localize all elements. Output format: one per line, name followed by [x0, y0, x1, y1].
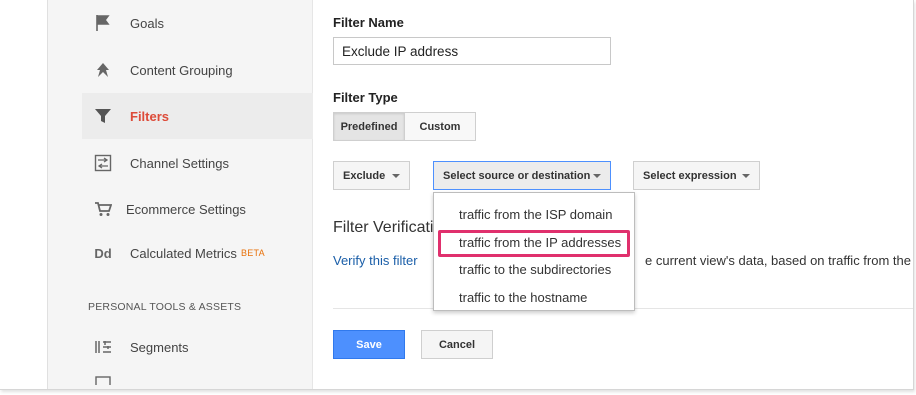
- sidebar-item-label: Ecommerce Settings: [126, 201, 246, 217]
- menu-item-subdirectories[interactable]: traffic to the subdirectories: [434, 256, 634, 284]
- sidebar-item-ecommerce-settings[interactable]: Ecommerce Settings: [82, 186, 313, 232]
- sidebar: Goals Content Grouping Filters Channel S…: [48, 0, 313, 389]
- sidebar-item-label: Goals: [130, 15, 164, 31]
- filter-form: Filter Name Filter Type Predefined Custo…: [313, 0, 913, 389]
- dd-icon: Dd: [94, 245, 112, 261]
- sidebar-item-filters[interactable]: Filters: [82, 93, 313, 139]
- left-gutter: [0, 0, 48, 389]
- menu-item-ip-addresses[interactable]: traffic from the IP addresses: [434, 229, 634, 257]
- beta-badge: BETA: [240, 248, 265, 258]
- highlight-box: [438, 229, 630, 257]
- sidebar-item-label: Filters: [130, 108, 170, 124]
- menu-item-isp-domain[interactable]: traffic from the ISP domain: [434, 201, 634, 229]
- source-destination-dropdown[interactable]: Select source or destination: [433, 161, 611, 190]
- segments-icon: [90, 337, 116, 357]
- custom-button[interactable]: Custom: [405, 112, 476, 141]
- filter-name-input[interactable]: [333, 37, 611, 65]
- chevron-down-icon: [742, 174, 750, 178]
- action-dropdown-value: Exclude: [343, 169, 386, 182]
- sidebar-item-label: Content Grouping: [130, 62, 233, 78]
- source-dropdown-menu: traffic from the ISP domain traffic from…: [433, 192, 635, 311]
- section-heading: PERSONAL TOOLS & ASSETS: [88, 301, 242, 313]
- save-button[interactable]: Save: [333, 330, 405, 359]
- sidebar-item-label: Segments: [130, 339, 189, 355]
- sidebar-item-calculated-metrics[interactable]: Dd Calculated Metrics BETA: [82, 230, 313, 276]
- menu-item-hostname[interactable]: traffic to the hostname: [434, 284, 634, 312]
- sidebar-item-content-grouping[interactable]: Content Grouping: [82, 47, 313, 93]
- sidebar-item-channel-settings[interactable]: Channel Settings: [82, 140, 313, 186]
- app-frame: Goals Content Grouping Filters Channel S…: [0, 0, 914, 390]
- sidebar-item-label: Calculated Metrics: [130, 245, 237, 261]
- predefined-button[interactable]: Predefined: [333, 112, 405, 141]
- sidebar-item-label: Channel Settings: [130, 155, 230, 171]
- sidebar-item-segments[interactable]: Segments: [82, 324, 313, 370]
- partial-icon: [90, 370, 116, 389]
- filter-name-label: Filter Name: [333, 15, 404, 30]
- chevron-down-icon: [593, 174, 601, 178]
- verify-description: e current view's data, based on traffic …: [645, 253, 911, 268]
- filter-icon: [90, 106, 116, 126]
- flag-icon: [90, 13, 116, 33]
- cart-icon: [90, 199, 116, 219]
- sidebar-item-partial: [82, 370, 313, 389]
- source-dropdown-value: Select source or destination: [443, 169, 591, 182]
- action-dropdown[interactable]: Exclude: [333, 161, 410, 190]
- chevron-down-icon: [392, 174, 400, 178]
- expression-dropdown-value: Select expression: [643, 169, 737, 182]
- content-grouping-icon: [90, 60, 116, 80]
- expression-dropdown[interactable]: Select expression: [633, 161, 760, 190]
- sidebar-item-goals[interactable]: Goals: [82, 0, 313, 46]
- cancel-button[interactable]: Cancel: [421, 330, 493, 359]
- verify-filter-link[interactable]: Verify this filter: [333, 253, 418, 268]
- filter-type-toggle: Predefined Custom: [333, 112, 476, 141]
- channel-settings-icon: [90, 153, 116, 173]
- filter-type-label: Filter Type: [333, 90, 398, 105]
